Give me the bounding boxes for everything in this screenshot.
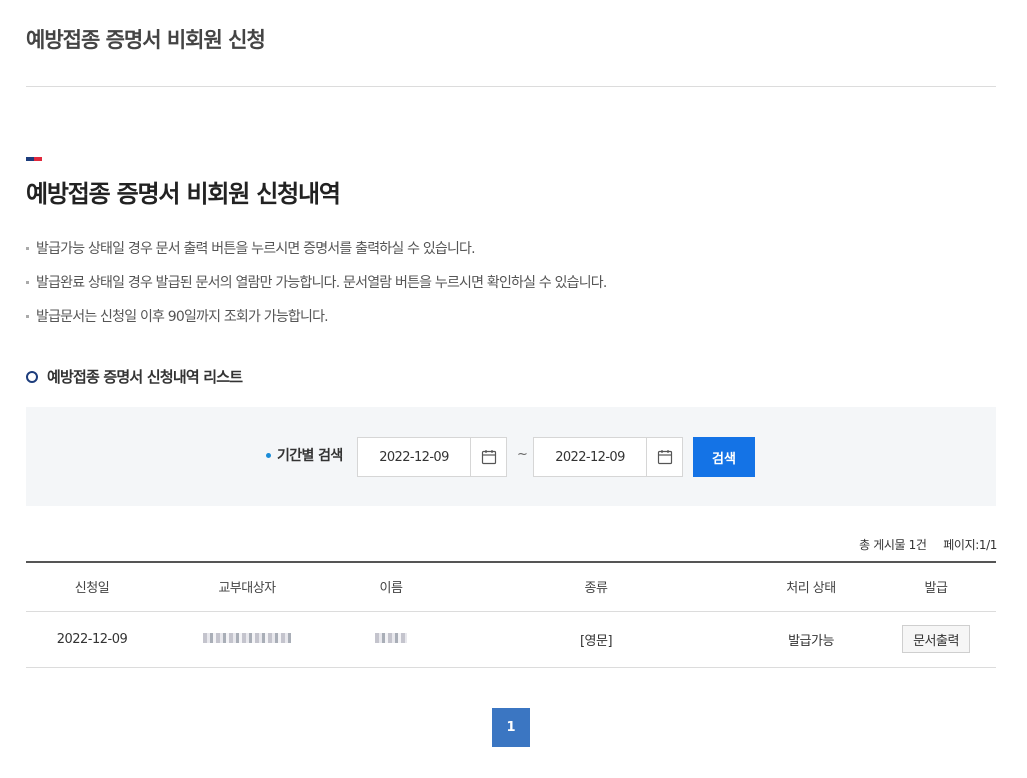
notice-item: 발급문서는 신청일 이후 90일까지 조회가 가능합니다.: [26, 306, 607, 340]
column-header-issue: 발급: [876, 562, 996, 612]
column-header-recipient: 교부대상자: [158, 562, 336, 612]
row-action: 문서출력: [876, 611, 996, 668]
table-row: 2022-12-09 [영문] 발급가능 문서출력: [26, 611, 996, 668]
redacted-recipient: [203, 632, 291, 643]
start-date-input[interactable]: [358, 438, 470, 476]
period-search-panel: 기간별 검색 ~ 검색: [26, 407, 996, 506]
notice-list: 발급가능 상태일 경우 문서 출력 버튼을 누르시면 증명서를 출력하실 수 있…: [26, 238, 607, 340]
column-header-kind: 종류: [446, 562, 746, 612]
total-posts-value: 1건: [908, 538, 927, 552]
list-subtitle-label: 예방접종 증명서 신청내역 리스트: [47, 368, 243, 386]
page-label: 페이지:: [943, 538, 979, 552]
row-kind: [영문]: [446, 611, 746, 668]
calendar-icon[interactable]: [470, 438, 506, 476]
list-subtitle: 예방접종 증명서 신청내역 리스트: [26, 366, 243, 387]
period-search-label: 기간별 검색: [266, 445, 343, 465]
end-date-field: [533, 437, 683, 477]
page-button-current[interactable]: 1: [492, 708, 530, 747]
search-button[interactable]: 검색: [693, 437, 755, 477]
column-header-date: 신청일: [26, 562, 158, 612]
end-date-input[interactable]: [534, 438, 646, 476]
notice-item: 발급가능 상태일 경우 문서 출력 버튼을 누르시면 증명서를 출력하실 수 있…: [26, 238, 607, 272]
redacted-name: [375, 632, 407, 643]
start-date-field: [357, 437, 507, 477]
application-history-table: 신청일 교부대상자 이름 종류 처리 상태 발급 2022-12-09 [영문]…: [26, 561, 996, 668]
bullet-dot-icon: [266, 452, 271, 458]
page-title: 예방접종 증명서 비회원 신청: [26, 28, 266, 52]
table-header-row: 신청일 교부대상자 이름 종류 처리 상태 발급: [26, 562, 996, 612]
period-search-label-text: 기간별 검색: [277, 448, 343, 464]
total-posts-label: 총 게시물: [859, 538, 906, 552]
row-date: 2022-12-09: [26, 611, 158, 668]
section-accent-bar: [26, 157, 42, 161]
pagination: 1: [492, 708, 530, 747]
notice-item: 발급완료 상태일 경우 발급된 문서의 열람만 가능합니다. 문서열람 버튼을 …: [26, 272, 607, 306]
print-document-button[interactable]: 문서출력: [902, 625, 970, 653]
section-title: 예방접종 증명서 비회원 신청내역: [26, 180, 341, 208]
calendar-icon[interactable]: [646, 438, 682, 476]
top-divider: [26, 86, 996, 87]
column-header-status: 처리 상태: [746, 562, 876, 612]
page-value: 1/1: [978, 538, 998, 552]
row-status: 발급가능: [746, 611, 876, 668]
row-recipient: [158, 611, 336, 668]
board-info: 총 게시물 1건 페이지:1/1: [859, 536, 997, 553]
column-header-name: 이름: [336, 562, 446, 612]
row-name: [336, 611, 446, 668]
date-range-separator: ~: [517, 447, 528, 462]
circle-bullet-icon: [26, 370, 38, 383]
